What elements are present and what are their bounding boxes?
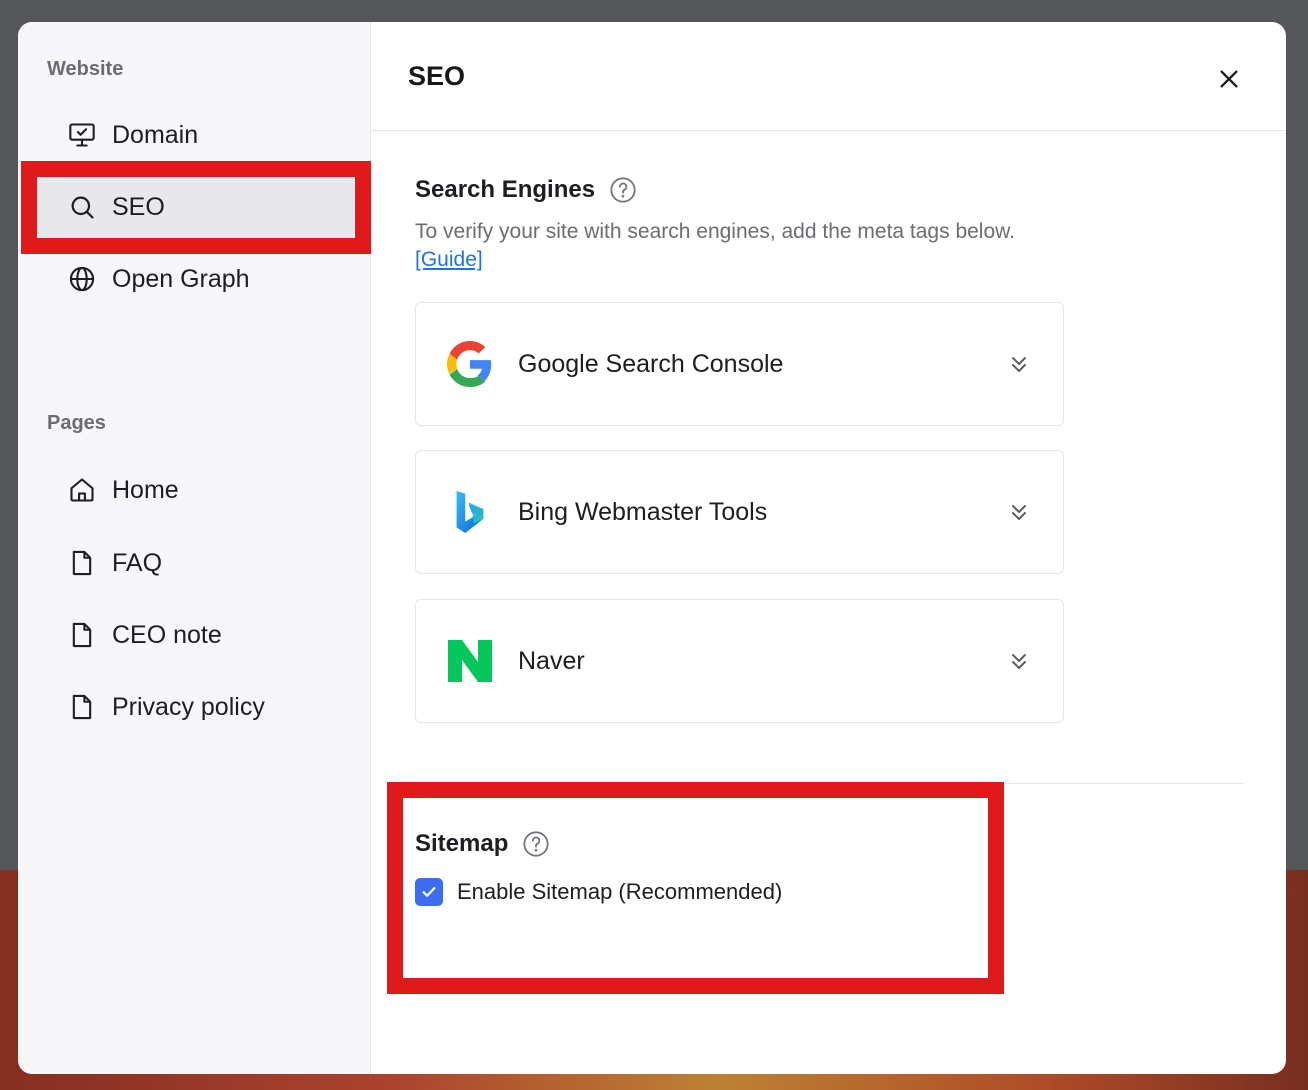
file-icon: [68, 549, 96, 577]
search-engines-section: Search Engines To verify your site with …: [415, 176, 1245, 274]
seo-highlight-box: [21, 161, 371, 254]
sidebar-item-faq[interactable]: FAQ: [38, 532, 354, 594]
google-logo: [446, 340, 494, 388]
sidebar-item-label: CEO note: [112, 620, 222, 649]
guide-link[interactable]: [Guide]: [415, 248, 483, 271]
sidebar-item-ceo-note[interactable]: CEO note: [38, 604, 354, 666]
sidebar-item-label: Open Graph: [112, 264, 250, 293]
sidebar-item-home[interactable]: Home: [38, 459, 354, 521]
sidebar-item-domain[interactable]: Domain: [38, 104, 354, 166]
globe-icon: [68, 265, 96, 293]
google-search-console-card[interactable]: Google Search Console: [415, 302, 1064, 426]
settings-modal: Website Domain SEO Open Graph Pages Home: [18, 22, 1286, 1074]
panel-header: SEO: [371, 22, 1286, 131]
bing-webmaster-tools-card[interactable]: Bing Webmaster Tools: [415, 450, 1064, 574]
search-engines-heading: Search Engines: [415, 176, 596, 203]
sidebar-item-label: Domain: [112, 120, 199, 149]
pages-section-label: Pages: [47, 412, 106, 434]
close-icon: [1220, 70, 1238, 88]
sidebar-item-open-graph[interactable]: Open Graph: [38, 248, 354, 310]
sidebar-item-privacy-policy[interactable]: Privacy policy: [38, 676, 354, 738]
file-icon: [68, 621, 96, 649]
file-icon: [68, 693, 96, 721]
engine-name: Naver: [518, 646, 585, 675]
sitemap-highlight-box: [387, 782, 1004, 994]
engine-name: Bing Webmaster Tools: [518, 497, 768, 526]
home-icon: [68, 476, 96, 504]
chevron-double-down-icon: [1012, 357, 1026, 372]
sidebar-item-label: Privacy policy: [112, 692, 265, 721]
sidebar-item-label: Home: [112, 475, 179, 504]
monitor-check-icon: [68, 121, 96, 149]
website-section-label: Website: [47, 58, 124, 80]
page-title: SEO: [408, 60, 466, 91]
search-engines-description: To verify your site with search engines,…: [415, 220, 1015, 243]
chevron-double-down-icon: [1012, 505, 1026, 520]
naver-card[interactable]: Naver: [415, 599, 1064, 723]
sidebar-item-label: FAQ: [112, 548, 163, 577]
engine-name: Google Search Console: [518, 349, 784, 378]
naver-logo: [446, 637, 494, 685]
settings-sidebar: Website Domain SEO Open Graph Pages Home: [18, 22, 371, 1074]
seo-panel: SEO Search Engines To verify your site w…: [371, 22, 1286, 1074]
chevron-double-down-icon: [1012, 654, 1026, 669]
bing-logo: [446, 488, 494, 536]
close-button[interactable]: [1214, 64, 1244, 94]
help-icon[interactable]: [609, 176, 637, 204]
